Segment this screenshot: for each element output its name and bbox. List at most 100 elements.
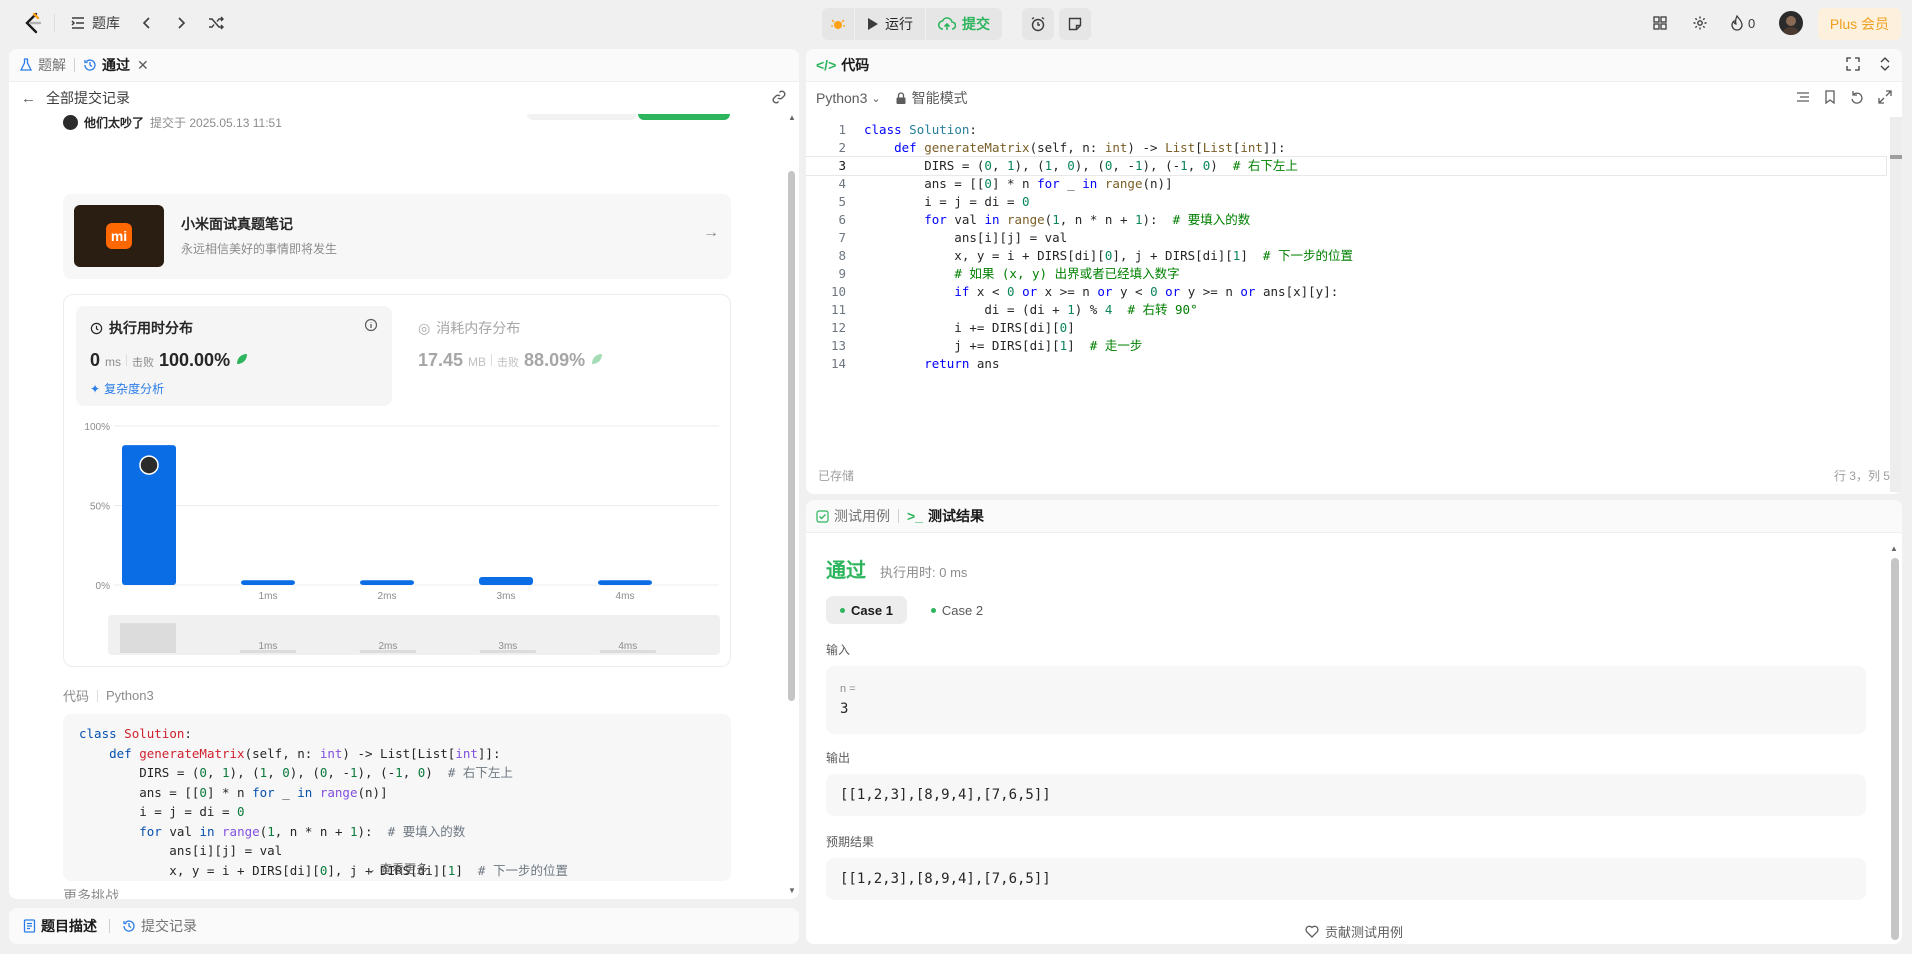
tab-description[interactable]: 题目描述: [23, 916, 97, 936]
input-box: n = 3: [826, 666, 1866, 734]
expand-icon[interactable]: [1878, 89, 1892, 107]
code-line[interactable]: 14 return ans: [806, 355, 1886, 373]
promo-card[interactable]: mi 小米面试真题笔记 永远相信美好的事情即将发生 →: [63, 194, 731, 279]
run-button[interactable]: 运行: [854, 8, 925, 40]
scroll-up-icon[interactable]: ▲: [788, 113, 796, 122]
tab-solutions[interactable]: 题解: [19, 55, 66, 75]
code-line[interactable]: 1 class Solution:: [806, 121, 1886, 139]
notes-button[interactable]: [1059, 8, 1091, 40]
bar[interactable]: [360, 580, 414, 585]
scroll-down-icon[interactable]: ▼: [788, 886, 796, 895]
bar[interactable]: [479, 577, 533, 585]
code-line[interactable]: 2 def generateMatrix(self, n: int) -> Li…: [806, 139, 1886, 157]
random-problem-button[interactable]: [202, 7, 230, 39]
share-link-icon[interactable]: [771, 89, 787, 108]
editor-scrollbar[interactable]: [1888, 117, 1902, 492]
scrollbar[interactable]: ▲ ▼: [788, 113, 796, 895]
tab-test-result-label: 测试结果: [927, 508, 984, 524]
close-icon[interactable]: ✕: [137, 57, 149, 74]
tab-solutions-label: 题解: [38, 57, 66, 73]
input-value: 3: [840, 701, 849, 717]
code-line[interactable]: 5 i = j = di = 0: [806, 193, 1886, 211]
streak-button[interactable]: 0: [1726, 7, 1759, 39]
tab-accepted[interactable]: 通过 ✕: [83, 55, 149, 75]
cloud-upload-icon: [938, 17, 956, 30]
shuffle-icon: [209, 16, 224, 30]
solution-button[interactable]: [638, 114, 730, 120]
edit-button[interactable]: [527, 114, 637, 120]
code-line[interactable]: 4 ans = [[0] * n for _ in range(n)]: [806, 175, 1886, 193]
code-line[interactable]: 13 j += DIRS[di][1] # 走一步: [806, 337, 1886, 355]
smart-mode-toggle[interactable]: 智能模式: [895, 88, 968, 108]
line-content: # 如果 (x, y) 出界或者已经填入数字: [954, 266, 1180, 281]
scroll-up-icon[interactable]: ▲: [1890, 544, 1898, 553]
back-arrow-icon[interactable]: ←: [21, 90, 36, 107]
code-line[interactable]: 8 x, y = i + DIRS[di][0], j + DIRS[di][1…: [806, 247, 1886, 265]
output-section: 输出 [[1,2,3],[8,9,4],[7,6,5]]: [826, 749, 1866, 816]
submission-detail-scroll: 他们太吵了 提交于 2025.05.13 11:51 mi 小米面试真题笔记 永…: [9, 114, 785, 899]
line-content: ans[i][j] = val: [864, 230, 1068, 245]
line-content: i = j = di = 0: [864, 194, 1030, 209]
line-number: 8: [838, 248, 846, 263]
code-line[interactable]: 11 di = (di + 1) % 4 # 右转 90°: [806, 301, 1886, 319]
runtime-distribution-chart: 100% 50% 0% 1ms 2ms 3ms 4ms 1ms 2ms 3ms 4ms: [84, 422, 720, 655]
scrollbar-thumb[interactable]: [788, 171, 795, 701]
debug-button[interactable]: [822, 8, 854, 40]
code-line[interactable]: 3 DIRS = (0, 1), (1, 0), (0, -1), (-1, 0…: [806, 156, 1887, 176]
all-submissions-link[interactable]: 全部提交记录: [46, 88, 130, 108]
chevron-right-icon: [178, 17, 186, 29]
code-label: 代码: [63, 689, 90, 704]
fullscreen-icon[interactable]: [1846, 56, 1860, 74]
history-icon: [123, 920, 135, 932]
case-2-button[interactable]: Case 2: [917, 596, 997, 624]
format-icon[interactable]: [1796, 90, 1810, 107]
tab-testcase[interactable]: 测试用例: [816, 506, 890, 526]
submit-button[interactable]: 提交: [925, 8, 1002, 40]
line-content: i += DIRS[di][0]: [864, 320, 1075, 335]
code-line[interactable]: 9 # 如果 (x, y) 出界或者已经填入数字: [806, 265, 1886, 283]
collapse-icon[interactable]: [1878, 56, 1892, 74]
code-line[interactable]: 7 ans[i][j] = val: [806, 229, 1886, 247]
code-line[interactable]: 6 for val in range(1, n * n + 1): # 要填入的…: [806, 211, 1886, 229]
reset-icon[interactable]: [1850, 90, 1864, 107]
chevron-left-icon: [142, 17, 150, 29]
left-bottom-tabbar: 题目描述 提交记录: [9, 908, 799, 944]
bookmark-icon[interactable]: [1824, 89, 1836, 107]
leetcode-logo-icon[interactable]: [18, 7, 48, 39]
overview-tick-label: 2ms: [378, 641, 397, 652]
problem-bank-button[interactable]: 题库: [66, 7, 124, 39]
code-editor-panel: </> 代码 Python3 ⌄ 智能模式 1 class Solution: 2 …: [806, 49, 1902, 494]
prev-problem-button[interactable]: [134, 7, 160, 39]
layout-button[interactable]: [1646, 7, 1674, 39]
tab-test-result[interactable]: >_ 测试结果: [907, 506, 984, 526]
contribute-testcase-button[interactable]: 贡献测试用例: [806, 922, 1902, 941]
next-problem-button[interactable]: [168, 7, 194, 39]
language-select[interactable]: Python3 ⌄: [816, 90, 881, 106]
plus-membership-button[interactable]: Plus 会员: [1817, 8, 1901, 40]
code-language: Python3: [106, 688, 154, 703]
promo-subtitle: 永远相信美好的事情即将发生: [181, 242, 338, 256]
submission-meta: 他们太吵了 提交于 2025.05.13 11:51: [63, 114, 282, 131]
bar[interactable]: [598, 580, 652, 585]
case-1-button[interactable]: Case 1: [826, 596, 907, 624]
view-more-button[interactable]: ⌄ 查看更多: [63, 856, 731, 881]
test-result-panel: 测试用例 >_ 测试结果 通过 执行用时: 0 ms Case 1 Case 2…: [806, 500, 1902, 944]
overview-tick-label: 3ms: [498, 641, 517, 652]
submit-label: 提交: [962, 16, 990, 32]
code-line[interactable]: 10 if x < 0 or x >= n or y < 0 or y >= n…: [806, 283, 1886, 301]
line-content: return ans: [924, 356, 1000, 371]
code-line[interactable]: 12 i += DIRS[di][0]: [806, 319, 1886, 337]
code-line: ans = [[0] * n for _ in range(n)]: [79, 784, 388, 800]
scrollbar-thumb[interactable]: [1891, 558, 1899, 940]
code-editor[interactable]: 1 class Solution: 2 def generateMatrix(sel…: [806, 121, 1887, 421]
tab-submissions[interactable]: 提交记录: [122, 916, 197, 936]
bar[interactable]: [241, 580, 295, 585]
line-number: 11: [830, 302, 846, 317]
result-scrollbar[interactable]: ▲: [1890, 544, 1900, 940]
avatar[interactable]: [1779, 11, 1803, 35]
tab-code[interactable]: </> 代码: [816, 55, 869, 75]
settings-button[interactable]: [1686, 7, 1714, 39]
timer-button[interactable]: [1022, 8, 1054, 40]
output-label: 输出: [826, 751, 851, 765]
input-label: 输入: [826, 643, 851, 657]
